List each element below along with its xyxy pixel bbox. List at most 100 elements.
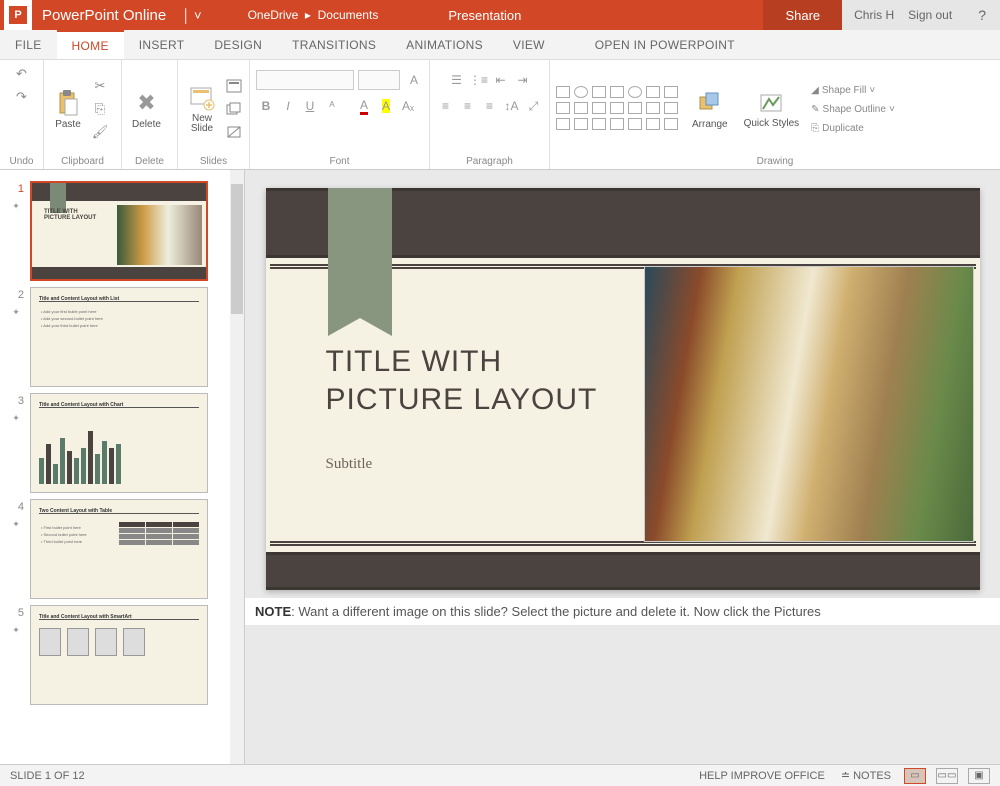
paste-button[interactable]: Paste (50, 87, 86, 132)
shape-arrow-l-icon[interactable] (556, 118, 570, 130)
slide-subtitle-placeholder[interactable]: Subtitle (326, 456, 373, 473)
thumb-index-2: 2 (8, 287, 24, 301)
shape-star-icon[interactable] (628, 102, 642, 114)
bold-button[interactable]: B (256, 96, 276, 116)
shapes-gallery[interactable] (556, 86, 680, 132)
paste-icon (54, 89, 82, 117)
layout-button[interactable] (224, 76, 244, 96)
animation-star-icon: ✦ (12, 201, 20, 212)
shape-rect-icon[interactable] (592, 86, 606, 98)
shape-nav-icon[interactable] (664, 102, 678, 114)
shape-outline-button[interactable]: ✎Shape Outline ˅ (811, 102, 895, 117)
align-center-button[interactable]: ≡ (458, 96, 478, 116)
text-direction-button[interactable]: ↕A (502, 96, 522, 116)
italic-button[interactable]: I (278, 96, 298, 116)
decrease-indent-button[interactable]: ⇤ (491, 70, 511, 90)
tab-home[interactable]: HOME (57, 30, 124, 59)
tab-design[interactable]: DESIGN (199, 30, 277, 59)
group-clipboard-label: Clipboard (50, 154, 115, 167)
slide-bottom-bar (266, 552, 980, 590)
reading-view-button[interactable]: ▭▭ (936, 768, 958, 784)
help-improve-link[interactable]: HELP IMPROVE OFFICE (696, 770, 828, 782)
help-button[interactable]: ? (964, 0, 1000, 30)
user-name[interactable]: Chris H (854, 8, 894, 22)
sign-out-link[interactable]: Sign out (908, 8, 952, 22)
cut-button[interactable]: ✂ (90, 76, 110, 96)
strikethrough-button[interactable]: ᴬ (322, 96, 342, 116)
quick-styles-button[interactable]: Quick Styles (740, 87, 804, 131)
delete-button[interactable]: ✖ Delete (128, 87, 165, 132)
shape-circle-icon[interactable] (628, 86, 642, 98)
slideshow-view-button[interactable]: ▣ (968, 768, 990, 784)
shape-oval-icon[interactable] (574, 86, 588, 98)
document-title[interactable]: Presentation (378, 8, 521, 23)
shape-hex-icon[interactable] (610, 102, 624, 114)
breadcrumb-folder[interactable]: Documents (318, 8, 379, 22)
shape-arrow-u-icon[interactable] (574, 118, 588, 130)
shape-callout-icon[interactable] (646, 102, 660, 114)
shape-arrow-r-icon[interactable] (646, 86, 660, 98)
share-button[interactable]: Share (763, 0, 842, 30)
increase-indent-button[interactable]: ⇥ (513, 70, 533, 90)
tab-insert[interactable]: INSERT (124, 30, 200, 59)
shape-expand-icon[interactable] (664, 118, 678, 130)
slide-thumb-3[interactable]: Title and Content Layout with Chart (30, 393, 208, 493)
slide-picture-placeholder[interactable] (644, 266, 974, 542)
grow-font-button[interactable]: A (404, 70, 424, 90)
tab-open-in-powerpoint[interactable]: OPEN IN POWERPOINT (580, 30, 750, 59)
font-family-select[interactable] (256, 70, 354, 90)
align-right-button[interactable]: ≡ (480, 96, 500, 116)
scroll-thumb[interactable] (231, 184, 243, 314)
shape-rect2-icon[interactable] (610, 86, 624, 98)
thumbnail-scrollbar[interactable] (230, 170, 244, 764)
shape-brace-icon[interactable] (646, 118, 660, 130)
status-bar: SLIDE 1 OF 12 HELP IMPROVE OFFICE ≐ NOTE… (0, 764, 1000, 786)
tab-transitions[interactable]: TRANSITIONS (277, 30, 391, 59)
slide-thumb-4[interactable]: Two Content Layout with Table • First bu… (30, 499, 208, 599)
redo-button[interactable]: ↷ (12, 87, 32, 107)
shape-more-icon[interactable] (664, 86, 678, 98)
breadcrumb-root[interactable]: OneDrive (248, 8, 299, 22)
app-name: PowerPoint Online (32, 7, 176, 24)
hide-slide-button[interactable] (224, 122, 244, 142)
notes-toggle[interactable]: ≐ NOTES (838, 769, 894, 782)
align-left-button[interactable]: ≡ (436, 96, 456, 116)
shape-diamond-icon[interactable] (574, 102, 588, 114)
bullets-button[interactable]: ☰ (447, 70, 467, 90)
shape-penta-icon[interactable] (592, 102, 606, 114)
font-color-button[interactable]: A (354, 96, 374, 116)
duplicate-button[interactable]: ⎘Duplicate (811, 121, 895, 136)
normal-view-button[interactable]: ▭ (904, 768, 926, 784)
app-menu-chevron-icon[interactable]: │ ˅ (176, 8, 207, 23)
copy-button[interactable]: ⎘ (90, 99, 110, 119)
speaker-notes[interactable]: NOTE: Want a different image on this sli… (245, 598, 1000, 625)
canvas-scroll[interactable]: TITLE WITHPICTURE LAYOUT Subtitle NOTE: … (245, 170, 1000, 764)
new-slide-button[interactable]: New Slide (184, 82, 220, 136)
shape-arrow-d-icon[interactable] (592, 118, 606, 130)
shape-arrow-lr-icon[interactable] (610, 118, 624, 130)
tab-file[interactable]: FILE (0, 30, 57, 59)
slide-thumbnail-panel[interactable]: 1 ✦ TITLE WITH PICTURE LAYOUT 2 ✦ Title … (0, 170, 245, 764)
shape-arrow-ud-icon[interactable] (628, 118, 642, 130)
format-painter-button[interactable]: 🖌 (90, 122, 110, 142)
underline-button[interactable]: U (300, 96, 320, 116)
arrange-button[interactable]: Arrange (688, 87, 732, 132)
duplicate-slide-button[interactable] (224, 99, 244, 119)
slide-thumb-1[interactable]: TITLE WITH PICTURE LAYOUT (30, 181, 208, 281)
highlight-button[interactable]: A (376, 96, 396, 116)
undo-button[interactable]: ↶ (12, 64, 32, 84)
font-size-select[interactable] (358, 70, 400, 90)
slide-title-placeholder[interactable]: TITLE WITHPICTURE LAYOUT (326, 343, 598, 418)
thumb-index-4: 4 (8, 499, 24, 513)
shape-tri-icon[interactable] (556, 102, 570, 114)
numbering-button[interactable]: ⋮≡ (469, 70, 489, 90)
clear-format-button[interactable]: Aₓ (398, 96, 418, 116)
slide-thumb-5[interactable]: Title and Content Layout with SmartArt (30, 605, 208, 705)
tab-view[interactable]: VIEW (498, 30, 560, 59)
align-text-button[interactable]: ⤢ (524, 96, 544, 116)
shape-line-icon[interactable] (556, 86, 570, 98)
slide-thumb-2[interactable]: Title and Content Layout with List • Add… (30, 287, 208, 387)
shape-fill-button[interactable]: ◢Shape Fill ˅ (811, 83, 895, 98)
slide-editor[interactable]: TITLE WITHPICTURE LAYOUT Subtitle (266, 188, 980, 590)
tab-animations[interactable]: ANIMATIONS (391, 30, 498, 59)
